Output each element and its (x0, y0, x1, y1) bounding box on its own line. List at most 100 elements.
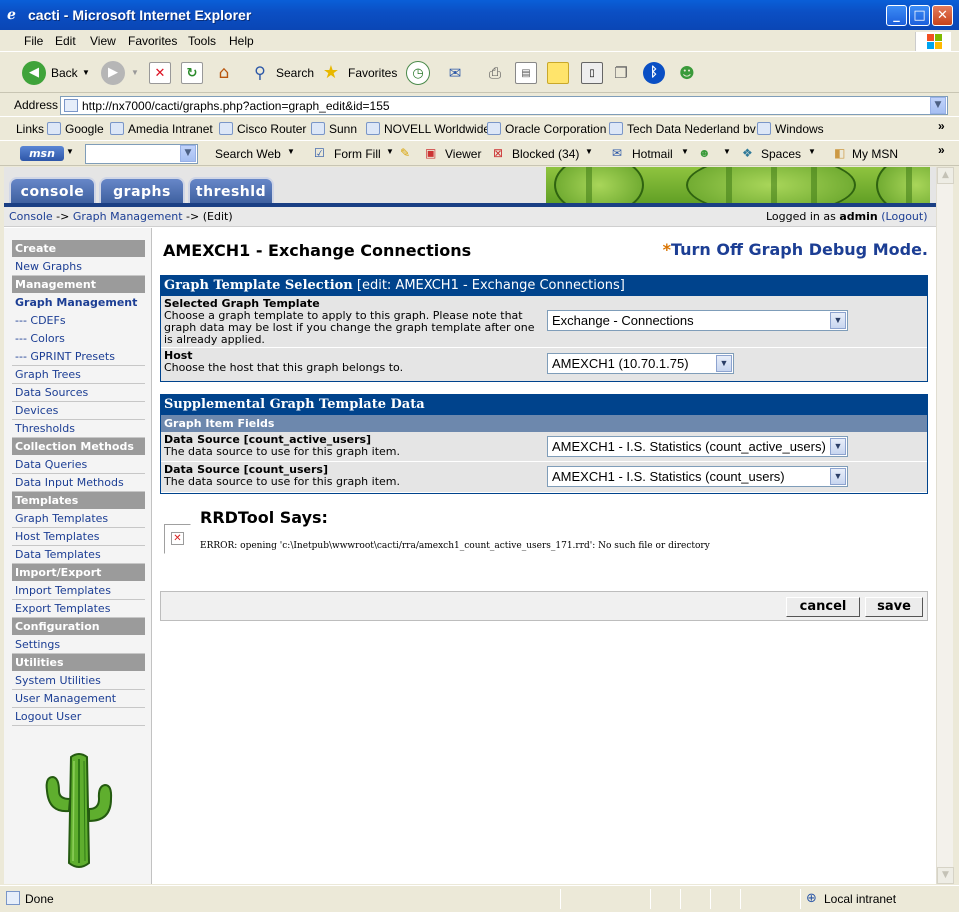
menu-system-utilities[interactable]: System Utilities (12, 672, 145, 690)
favorites-button-label[interactable]: Favorites (348, 61, 397, 85)
form-fill-icon[interactable]: ☑ (314, 146, 325, 160)
form-fill-button[interactable]: Form Fill (334, 147, 381, 161)
blocked-dropdown-icon[interactable]: ▼ (585, 147, 593, 156)
menu-gprint-presets[interactable]: --- GPRINT Presets (12, 348, 145, 366)
menu-import-templates[interactable]: Import Templates (12, 582, 145, 600)
hotmail-icon[interactable]: ✉ (612, 146, 622, 160)
save-button[interactable]: save (865, 597, 923, 617)
research-icon[interactable]: ❐ (610, 62, 632, 84)
data-source-select-active-users[interactable]: AMEXCH1 - I.S. Statistics (count_active_… (547, 436, 848, 457)
forward-dropdown-icon[interactable]: ▼ (131, 61, 139, 85)
refresh-icon[interactable]: ↻ (181, 62, 203, 84)
menu-new-graphs[interactable]: New Graphs (12, 258, 145, 276)
graph-debug-toggle-link[interactable]: *Turn Off Graph Debug Mode. (663, 240, 928, 259)
menu-data-input-methods[interactable]: Data Input Methods (12, 474, 145, 492)
back-arrow-icon[interactable]: ◀ (22, 61, 46, 85)
menu-graph-management[interactable]: Graph Management (12, 294, 145, 312)
my-msn-icon[interactable]: ◧ (834, 146, 845, 160)
back-button-label[interactable]: Back (51, 61, 78, 85)
vertical-scrollbar[interactable]: ▲ ▼ (936, 167, 954, 884)
search-button-label[interactable]: Search (276, 61, 314, 85)
menu-view[interactable]: View (90, 34, 116, 48)
hotmail-button[interactable]: Hotmail (632, 147, 673, 161)
link-item[interactable]: Windows (757, 122, 824, 136)
menu-colors[interactable]: --- Colors (12, 330, 145, 348)
close-button[interactable]: ✕ (932, 5, 953, 26)
tab-threshld[interactable]: threshld (188, 177, 274, 204)
my-msn-button[interactable]: My MSN (852, 147, 898, 161)
blocked-button[interactable]: Blocked (34) (512, 147, 579, 161)
address-input[interactable]: http://nx7000/cacti/graphs.php?action=gr… (60, 96, 948, 115)
scroll-up-icon[interactable]: ▲ (937, 167, 954, 184)
messenger-dropdown-icon[interactable]: ▼ (723, 147, 731, 156)
menu-thresholds[interactable]: Thresholds (12, 420, 145, 438)
address-dropdown-icon[interactable]: ▼ (930, 97, 946, 114)
maximize-button[interactable]: □ (909, 5, 930, 26)
menu-file[interactable]: File (24, 34, 43, 48)
menu-data-sources[interactable]: Data Sources (12, 384, 145, 402)
msn-search-dropdown-icon[interactable]: ▼ (180, 145, 196, 162)
msn-search-input[interactable]: ▼ (85, 144, 198, 164)
menu-graph-trees[interactable]: Graph Trees (12, 366, 145, 384)
edit-icon[interactable]: ▤ (515, 62, 537, 84)
menu-export-templates[interactable]: Export Templates (12, 600, 145, 618)
minimize-button[interactable]: _ (886, 5, 907, 26)
home-icon[interactable]: ⌂ (213, 62, 235, 84)
note-icon[interactable] (547, 62, 569, 84)
logout-link[interactable]: (Logout) (881, 210, 927, 223)
link-item[interactable]: Tech Data Nederland bv (609, 122, 756, 136)
back-dropdown-icon[interactable]: ▼ (82, 61, 90, 85)
search-icon[interactable]: ⚲ (249, 62, 271, 84)
spaces-icon[interactable]: ❖ (742, 146, 753, 160)
chevron-down-icon[interactable]: ▼ (716, 355, 732, 372)
breadcrumb-console[interactable]: Console (9, 210, 53, 223)
history-icon[interactable]: ◷ (406, 61, 430, 85)
link-item[interactable]: Amedia Intranet (110, 122, 213, 136)
mail-icon[interactable]: ✉ (444, 62, 466, 84)
menu-cdefs[interactable]: --- CDEFs (12, 312, 145, 330)
favorites-star-icon[interactable]: ★ (320, 62, 342, 84)
msn-overflow-chevron-icon[interactable]: » (938, 143, 945, 157)
address-url[interactable]: http://nx7000/cacti/graphs.php?action=gr… (82, 99, 390, 113)
tab-console[interactable]: console (9, 177, 96, 204)
tab-graphs[interactable]: graphs (99, 177, 185, 204)
menu-graph-templates[interactable]: Graph Templates (12, 510, 145, 528)
menu-logout-user[interactable]: Logout User (12, 708, 145, 726)
menu-settings[interactable]: Settings (12, 636, 145, 654)
menu-devices[interactable]: Devices (12, 402, 145, 420)
menu-data-queries[interactable]: Data Queries (12, 456, 145, 474)
msn-logo[interactable]: msn (20, 146, 64, 161)
graph-template-select[interactable]: Exchange - Connections ▼ (547, 310, 848, 331)
forward-arrow-icon[interactable]: ▶ (101, 61, 125, 85)
data-source-select-users[interactable]: AMEXCH1 - I.S. Statistics (count_users) … (547, 466, 848, 487)
hotmail-dropdown-icon[interactable]: ▼ (681, 147, 689, 156)
messenger-buddy-icon[interactable]: ☻ (698, 146, 711, 160)
link-item[interactable]: Cisco Router (219, 122, 306, 136)
msn-dropdown-icon[interactable]: ▼ (66, 147, 74, 156)
stop-icon[interactable]: ✕ (149, 62, 171, 84)
search-web-button[interactable]: Search Web (215, 147, 281, 161)
viewer-button[interactable]: Viewer (445, 147, 481, 161)
cancel-button[interactable]: cancel (786, 597, 860, 617)
link-item[interactable]: Oracle Corporation (487, 122, 606, 136)
highlight-icon[interactable]: ✎ (400, 146, 410, 160)
chevron-down-icon[interactable]: ▼ (830, 468, 846, 485)
scroll-down-icon[interactable]: ▼ (937, 867, 954, 884)
menu-favorites[interactable]: Favorites (128, 34, 177, 48)
link-item[interactable]: NOVELL Worldwide (366, 122, 490, 136)
chevron-down-icon[interactable]: ▼ (830, 312, 846, 329)
spaces-dropdown-icon[interactable]: ▼ (808, 147, 816, 156)
breadcrumb-graph-management[interactable]: Graph Management (73, 210, 183, 223)
host-select[interactable]: AMEXCH1 (10.70.1.75) ▼ (547, 353, 734, 374)
menu-edit[interactable]: Edit (55, 34, 76, 48)
msn-messenger-icon[interactable]: ☻ (676, 62, 698, 84)
menu-data-templates[interactable]: Data Templates (12, 546, 145, 564)
bluetooth-icon[interactable]: ᛒ (643, 62, 665, 84)
search-web-dropdown-icon[interactable]: ▼ (287, 147, 295, 156)
menu-tools[interactable]: Tools (188, 34, 216, 48)
messenger-device-icon[interactable]: ▯ (581, 62, 603, 84)
viewer-icon[interactable]: ▣ (425, 146, 436, 160)
link-item[interactable]: Sunn (311, 122, 357, 136)
spaces-button[interactable]: Spaces (761, 147, 801, 161)
link-item[interactable]: Google (47, 122, 104, 136)
